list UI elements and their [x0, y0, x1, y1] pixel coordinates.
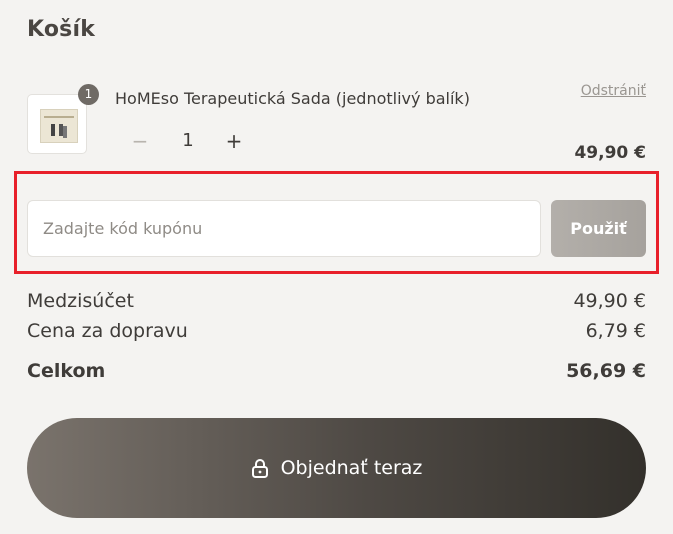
product-image: [40, 109, 78, 143]
subtotal-label: Medzisúčet: [27, 290, 134, 312]
subtotal-value: 49,90 €: [573, 290, 646, 312]
shipping-row: Cena za dopravu 6,79 €: [27, 320, 646, 344]
remove-item-link[interactable]: Odstrániť: [581, 83, 646, 99]
product-name: HoMEso Terapeutická Sada (jednotlivý bal…: [115, 89, 470, 108]
increase-quantity-button[interactable]: +: [224, 127, 244, 155]
apply-coupon-button[interactable]: Použiť: [551, 200, 646, 257]
quantity-value[interactable]: 1: [178, 127, 198, 155]
total-value: 56,69 €: [566, 360, 646, 382]
lock-icon: [251, 458, 269, 478]
total-row: Celkom 56,69 €: [27, 360, 646, 384]
order-now-button[interactable]: Objednať teraz: [27, 418, 646, 518]
order-now-label: Objednať teraz: [280, 457, 423, 479]
cart-title: Košík: [27, 17, 96, 42]
line-item-price: 49,90 €: [574, 143, 646, 163]
decrease-quantity-button[interactable]: −: [130, 127, 150, 155]
subtotal-row: Medzisúčet 49,90 €: [27, 290, 646, 314]
shipping-value: 6,79 €: [585, 320, 646, 342]
quantity-badge: 1: [78, 84, 99, 105]
shipping-label: Cena za dopravu: [27, 320, 188, 342]
product-thumbnail[interactable]: [27, 94, 87, 154]
total-label: Celkom: [27, 360, 106, 382]
quantity-stepper: − 1 +: [122, 127, 252, 155]
coupon-code-input[interactable]: [27, 200, 541, 257]
